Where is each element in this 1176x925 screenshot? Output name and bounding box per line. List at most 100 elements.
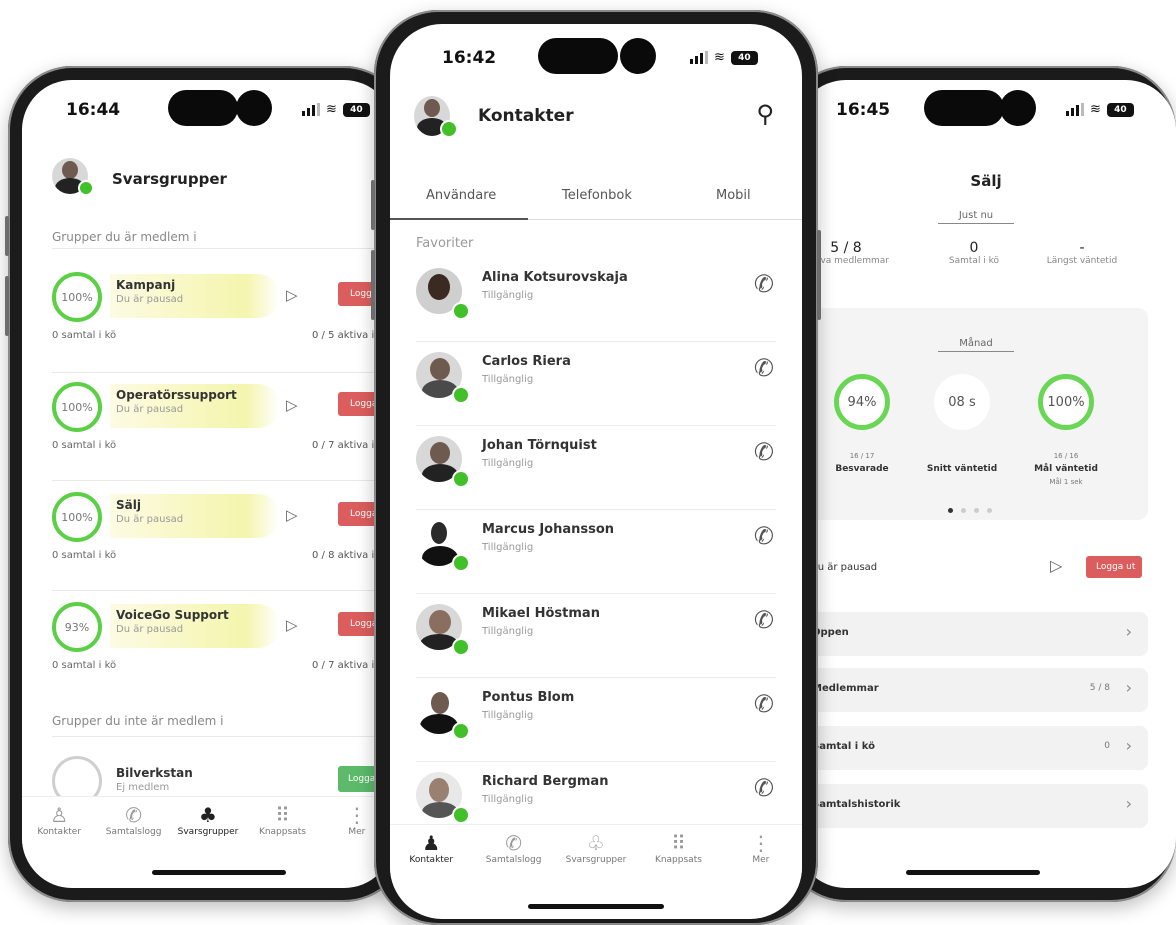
online-indicator [452,638,470,656]
more-icon: ⋮ [750,831,771,855]
group-row-salj[interactable]: 100% Sälj Du är pausad ▷ Logga ut 0 samt… [22,486,394,586]
tab-mobil[interactable]: Mobil [716,188,751,203]
goal-note: Mål 1 sek [1049,478,1083,486]
person-icon: ♙ [50,803,69,827]
bottom-tab-bar: ♙ Kontakter ✆ Samtalslogg ♣ Svarsgrupper ⠿ K… [22,796,394,856]
contact-row[interactable]: Alina Kotsurovskaja Tillgänglig ✆ [416,258,776,342]
home-indicator [152,870,286,875]
tab-samtalslogg[interactable]: ✆ Samtalslogg [96,797,170,856]
tab-knappsats[interactable]: ⠿ Knappsats [637,825,719,888]
side-button [371,250,375,320]
group-name: Bilverkstan [116,766,193,780]
play-icon[interactable]: ▷ [1050,556,1062,575]
divider [52,480,394,481]
right-phone: 16:45 ≋ 40 Sälj Just nu 5 / 8 Aktiva med… [782,66,1176,902]
contact-tabs: Användare Telefonbok Mobil [390,174,802,220]
phone-icon[interactable]: ✆ [754,522,774,550]
chevron-right-icon: › [1125,794,1132,813]
phone-icon[interactable]: ✆ [754,270,774,298]
status-time: 16:44 [66,100,121,120]
phone-icon: ✆ [505,831,522,855]
group-status: Ej medlem [116,782,170,793]
favorites-heading: Favoriter [416,236,474,251]
status-icons: ≋ 40 [302,102,370,117]
list-item-history[interactable]: Samtalshistorik › [806,784,1148,828]
logout-button[interactable]: Logga ut [1086,556,1142,578]
goal-wait-label: Mål väntetid [1034,464,1098,474]
avg-wait-label: Snitt väntetid [926,464,998,474]
camera-dot [236,90,272,126]
tab-anvandare[interactable]: Användare [426,188,496,203]
wifi-icon: ≋ [1090,102,1101,117]
person-icon: ♟ [422,831,441,855]
signal-icon [302,103,320,116]
status-time: 16:42 [442,48,497,68]
contact-row[interactable]: Marcus Johansson Tillgänglig ✆ [416,510,776,594]
progress-ring: 100% [52,382,102,432]
keypad-icon: ⠿ [671,831,686,855]
list-item-queue[interactable]: Samtal i kö 0 › [806,726,1148,770]
home-indicator [906,870,1040,875]
dynamic-island [924,90,1004,126]
online-indicator [452,554,470,572]
bottom-tab-bar: ♟ Kontakter ✆ Samtalslogg ♧ Svarsgrupper ⠿ K… [390,824,802,888]
tab-kontakter[interactable]: ♙ Kontakter [22,797,96,856]
phone-icon[interactable]: ✆ [754,354,774,382]
list-item-members[interactable]: Medlemmar 5 / 8 › [806,668,1148,712]
group-icon: ♣ [199,803,217,827]
group-status: Du är pausad [116,514,184,525]
online-indicator [452,806,470,824]
group-name: Operatörssupport [116,388,237,402]
center-phone: 16:42 ≋ 40 Kontakter ⚲ Användare Telefon… [371,10,821,925]
section-not-member-heading: Grupper du inte är medlem i [52,714,224,728]
tab-telefonbok[interactable]: Telefonbok [562,188,632,203]
tab-svarsgrupper[interactable]: ♣ Svarsgrupper [171,797,245,856]
phone-icon[interactable]: ✆ [754,690,774,718]
tab-knappsats[interactable]: ⠿ Knappsats [245,797,319,856]
camera-dot [620,38,656,74]
stat-longest-wait: - Längst väntetid [1046,240,1118,266]
online-indicator [452,386,470,404]
status-time: 16:45 [836,100,891,120]
tab-samtalslogg[interactable]: ✆ Samtalslogg [472,825,554,888]
tab-svarsgrupper[interactable]: ♧ Svarsgrupper [555,825,637,888]
list-item-open[interactable]: Öppen › [806,612,1148,656]
page-title: Sälj [970,172,1002,190]
divider [52,736,394,737]
section-member-heading: Grupper du är medlem i [52,230,197,244]
group-row-kampanj[interactable]: 100% Kampanj Du är pausad ▷ Logga ut 0 s… [22,266,394,366]
group-status: Du är pausad [116,294,184,305]
avg-wait-ring: 08 s [934,374,990,430]
play-icon[interactable]: ▷ [286,616,298,634]
progress-ring: 93% [52,602,102,652]
month-label: Månad [938,338,1014,352]
page-dots[interactable] [948,508,992,513]
contact-row[interactable]: Johan Törnquist Tillgänglig ✆ [416,426,776,510]
tab-kontakter[interactable]: ♟ Kontakter [390,825,472,888]
answered-small: 16 / 17 [849,452,875,460]
tab-mer[interactable]: ⋮ Mer [720,825,802,888]
wifi-icon: ≋ [326,102,337,117]
group-row-operatorssupport[interactable]: 100% Operatörssupport Du är pausad ▷ Log… [22,376,394,476]
phone-icon[interactable]: ✆ [754,438,774,466]
contact-row[interactable]: Mikael Höstman Tillgänglig ✆ [416,594,776,678]
month-stats-card[interactable]: Månad 94% 08 s 100% 16 / 17 16 / 16 Besv… [806,308,1148,520]
divider [52,372,394,373]
phone-icon[interactable]: ✆ [754,606,774,634]
group-row-voicego-support[interactable]: 93% VoiceGo Support Du är pausad ▷ Logga… [22,596,394,696]
dynamic-island [538,38,618,74]
marketing-stage: 16:44 ≋ 40 Svarsgrupper Grupper du är me… [0,0,1176,925]
left-phone: 16:44 ≋ 40 Svarsgrupper Grupper du är me… [5,66,408,902]
queue-count: 0 samtal i kö [52,440,117,451]
more-icon: ⋮ [346,803,367,827]
play-icon[interactable]: ▷ [286,506,298,524]
phone-icon[interactable]: ✆ [754,774,774,802]
play-icon[interactable]: ▷ [286,396,298,414]
group-status: Du är pausad [116,624,184,635]
search-icon[interactable]: ⚲ [756,100,774,128]
wifi-icon: ≋ [714,50,725,65]
contact-row[interactable]: Pontus Blom Tillgänglig ✆ [416,678,776,762]
play-icon[interactable]: ▷ [286,286,298,304]
contact-row[interactable]: Carlos Riera Tillgänglig ✆ [416,342,776,426]
side-button [817,230,821,320]
